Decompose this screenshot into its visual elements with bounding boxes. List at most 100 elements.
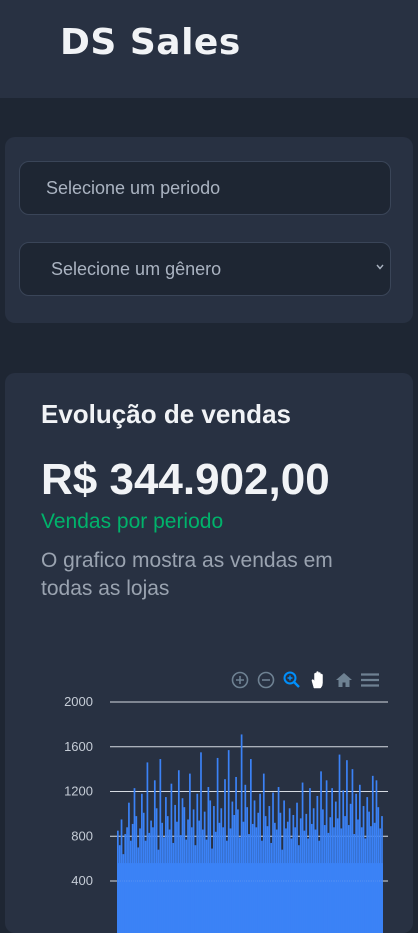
- sales-bar[interactable]: [211, 848, 213, 933]
- sales-bar[interactable]: [277, 787, 280, 933]
- sales-bar[interactable]: [152, 827, 154, 933]
- sales-bar[interactable]: [129, 840, 132, 933]
- sales-bar[interactable]: [235, 776, 237, 933]
- sales-bar[interactable]: [251, 823, 254, 933]
- sales-bar[interactable]: [181, 798, 184, 933]
- sales-bar[interactable]: [224, 779, 226, 933]
- sales-bar[interactable]: [222, 827, 224, 933]
- sales-bar[interactable]: [310, 823, 313, 933]
- sales-bar[interactable]: [296, 802, 298, 933]
- sales-bar[interactable]: [346, 760, 348, 933]
- sales-bar[interactable]: [227, 750, 230, 933]
- sales-bar[interactable]: [244, 784, 247, 933]
- sales-bar[interactable]: [142, 812, 145, 933]
- sales-bar[interactable]: [270, 842, 273, 933]
- sales-bar[interactable]: [283, 800, 285, 933]
- sales-bar[interactable]: [274, 822, 276, 933]
- sales-bar[interactable]: [122, 854, 125, 933]
- sales-bar[interactable]: [351, 769, 354, 933]
- sales-bar[interactable]: [314, 829, 317, 933]
- sales-bar[interactable]: [331, 788, 333, 933]
- sales-bar[interactable]: [312, 808, 315, 933]
- sales-bar[interactable]: [261, 840, 263, 933]
- sales-bar[interactable]: [163, 837, 165, 933]
- sales-bar[interactable]: [233, 814, 236, 933]
- sales-bar[interactable]: [370, 826, 372, 933]
- sales-bar[interactable]: [303, 830, 306, 933]
- sales-bar[interactable]: [137, 847, 140, 933]
- sales-bar[interactable]: [133, 788, 136, 933]
- sales-bar[interactable]: [148, 832, 151, 933]
- sales-bar[interactable]: [190, 827, 193, 933]
- period-input[interactable]: Selecione um periodo: [19, 161, 391, 215]
- sales-bar[interactable]: [218, 822, 221, 933]
- sales-bar[interactable]: [323, 825, 326, 933]
- sales-bar[interactable]: [117, 830, 119, 933]
- sales-bar[interactable]: [301, 782, 304, 933]
- sales-bar[interactable]: [229, 828, 232, 933]
- sales-bar[interactable]: [292, 814, 295, 933]
- sales-bar[interactable]: [185, 839, 188, 933]
- sales-bar[interactable]: [220, 808, 223, 933]
- sales-bar[interactable]: [262, 773, 265, 933]
- sales-bar[interactable]: [246, 807, 249, 933]
- sales-bar[interactable]: [165, 797, 167, 933]
- sales-bar[interactable]: [157, 849, 160, 933]
- sales-bar[interactable]: [288, 808, 291, 933]
- sales-bar[interactable]: [290, 838, 293, 933]
- sales-bar[interactable]: [275, 829, 278, 933]
- sales-bar[interactable]: [183, 807, 186, 933]
- sales-bar[interactable]: [340, 828, 343, 933]
- sales-bar[interactable]: [201, 829, 204, 933]
- sales-bar[interactable]: [141, 793, 143, 933]
- sales-bar[interactable]: [347, 825, 350, 933]
- sales-bar[interactable]: [238, 837, 241, 933]
- sales-bar[interactable]: [196, 793, 199, 933]
- sales-bar[interactable]: [322, 809, 324, 933]
- sales-bar[interactable]: [214, 831, 217, 933]
- sales-bar[interactable]: [159, 759, 162, 933]
- sales-bar[interactable]: [259, 793, 261, 933]
- sales-bar[interactable]: [336, 818, 339, 933]
- sales-bar[interactable]: [333, 827, 335, 933]
- sales-bar[interactable]: [309, 788, 311, 933]
- sales-bar[interactable]: [135, 816, 138, 933]
- sales-bar[interactable]: [373, 822, 376, 933]
- sales-bar[interactable]: [286, 821, 289, 933]
- sales-bar[interactable]: [192, 809, 195, 933]
- sales-bar[interactable]: [240, 734, 243, 933]
- sales-bar[interactable]: [250, 759, 252, 933]
- sales-bar[interactable]: [329, 817, 332, 933]
- sales-bar[interactable]: [379, 828, 382, 933]
- sales-bar[interactable]: [170, 783, 173, 933]
- sales-bar[interactable]: [253, 800, 256, 933]
- sales-bar[interactable]: [375, 780, 378, 933]
- sales-bar[interactable]: [327, 832, 330, 933]
- sales-bar[interactable]: [371, 775, 374, 933]
- sales-bar[interactable]: [124, 834, 127, 933]
- sales-bar[interactable]: [325, 780, 328, 933]
- sales-bar[interactable]: [213, 806, 215, 933]
- sales-bar[interactable]: [362, 806, 365, 933]
- sales-bar[interactable]: [353, 834, 356, 933]
- sales-bar[interactable]: [118, 845, 121, 933]
- sales-bar[interactable]: [198, 820, 200, 933]
- sales-bar[interactable]: [225, 840, 228, 933]
- sales-bar[interactable]: [216, 757, 219, 933]
- sales-bar[interactable]: [150, 820, 152, 933]
- sales-bar[interactable]: [266, 826, 269, 933]
- sales-bar[interactable]: [126, 827, 128, 933]
- sales-bar[interactable]: [257, 812, 260, 933]
- genre-select[interactable]: Selecione um gênero: [19, 242, 391, 296]
- sales-bar[interactable]: [364, 838, 367, 933]
- sales-bar[interactable]: [155, 808, 158, 933]
- sales-bar[interactable]: [268, 806, 271, 933]
- sales-bar[interactable]: [316, 795, 319, 933]
- sales-bar[interactable]: [248, 834, 250, 933]
- sales-bar[interactable]: [231, 801, 234, 933]
- sales-bar[interactable]: [366, 797, 369, 933]
- sales-bar[interactable]: [307, 838, 309, 933]
- sales-bar[interactable]: [279, 812, 282, 933]
- sales-bar[interactable]: [172, 842, 175, 933]
- sales-bar[interactable]: [338, 754, 341, 933]
